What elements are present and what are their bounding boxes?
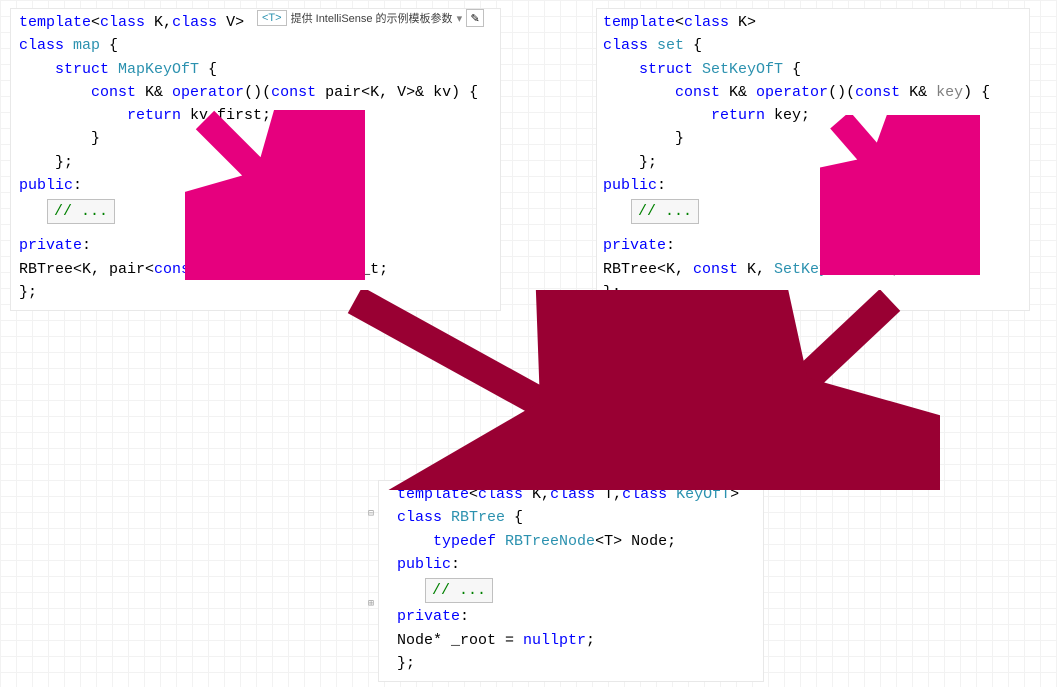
line-rbtree-set: RBTree<K, const K, SetKeyOfT> _t; [603,258,1023,281]
tooltip-edit-icon[interactable]: ✎ [466,9,484,27]
code-box-set: template<class K> class set { struct Set… [596,8,1030,311]
code-set: template<class K> class set { struct Set… [603,11,1023,174]
collapsed-region-map[interactable]: // ... [47,199,115,224]
arrow-map-to-rbtree [340,290,700,490]
collapsed-region-rb[interactable]: // ... [425,578,493,603]
tooltip-tag: <T> [257,10,287,26]
line-close-rb: }; [397,652,757,675]
fold-icon[interactable]: ⊞ [365,597,377,613]
label-public-rb: public: [397,553,757,576]
code-box-rbtree: ⊟ ⊞ template<class K,class T,class KeyOf… [378,480,764,682]
fold-icon[interactable]: ⊟ [365,507,377,523]
label-public-set: public: [603,174,1023,197]
tooltip-text: 提供 IntelliSense 的示例模板参数 [291,10,453,26]
code-map: template<class K,class V> class map { st… [19,11,494,174]
line-root: Node* _root = nullptr; [397,629,757,652]
line-close-set: }; [603,281,1023,304]
label-private-set: private: [603,234,1023,257]
line-rbtree-map: RBTree<K, pair<const K, V>, MapKeyOfT>_t… [19,258,494,281]
label-public: public: [19,174,494,197]
label-private-rb: private: [397,605,757,628]
label-private: private: [19,234,494,257]
arrow-set-to-rbtree [680,290,940,490]
code-box-map: template<class K,class V> class map { st… [10,8,501,311]
collapsed-region-set[interactable]: // ... [631,199,699,224]
line-close-map: }; [19,281,494,304]
code-rbtree: template<class K,class T,class KeyOfT> c… [397,483,757,553]
intellisense-tooltip: <T> 提供 IntelliSense 的示例模板参数 ▾ ✎ [257,9,484,27]
